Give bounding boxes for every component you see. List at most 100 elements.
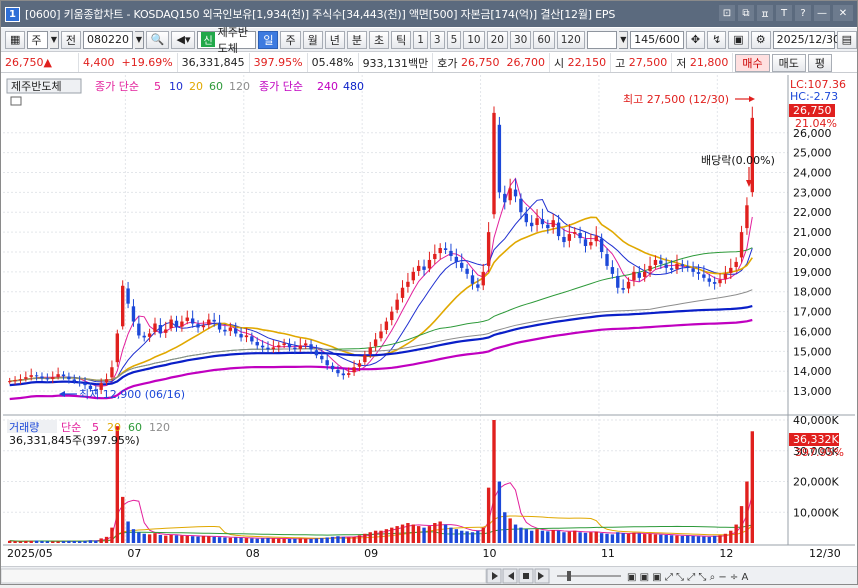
custom-interval-input[interactable] [586, 30, 618, 49]
month-tick-label: 08 [246, 547, 260, 560]
text-icon[interactable]: T [776, 5, 792, 21]
month-tick-label: 09 [364, 547, 378, 560]
date-input[interactable]: 2025/12/30 [772, 30, 840, 49]
buy-button[interactable]: 매수 [735, 53, 770, 72]
volume-bar [497, 481, 502, 543]
chart-area[interactable]: 13,000 14,000 15,000 16,000 17,000 18,000 19,0… [3, 75, 855, 565]
low-value: 21,800 [689, 56, 729, 69]
volume-pct-text: 397.95% [795, 446, 844, 459]
candle-body [664, 264, 668, 268]
volume-bar [416, 526, 421, 543]
minimize-icon[interactable]: — [814, 5, 830, 21]
price-tick-label: 25,000 [793, 147, 832, 160]
interval-dropdown-icon[interactable]: ▼ [619, 30, 629, 49]
candle-body [287, 343, 292, 348]
interval-120[interactable]: 120 [556, 30, 585, 49]
volume-bar [465, 531, 469, 543]
stock-name-box[interactable]: 신 제주반도체 [197, 26, 257, 55]
code-dropdown-icon[interactable]: ▼ [135, 30, 144, 49]
tab-week[interactable]: 주 [280, 30, 301, 49]
candle-body [180, 321, 184, 327]
interval-20[interactable]: 20 [486, 30, 508, 49]
zoom-slider-thumb[interactable] [567, 571, 571, 581]
change-value: 4,400 [83, 56, 115, 69]
volume-tick-label: 20,000K [793, 476, 839, 489]
candle-body [277, 345, 281, 348]
candle-body [675, 263, 679, 269]
tab-year[interactable]: 년 [324, 30, 345, 49]
sell-button[interactable]: 매도 [771, 53, 806, 72]
title-bar[interactable]: 1 [0600] 키움종합차트 - KOSDAQ150 외국인보유[1,934(… [1, 1, 857, 27]
interval-10[interactable]: 10 [463, 30, 485, 49]
volume-bar [605, 533, 609, 543]
interval-30[interactable]: 30 [510, 30, 532, 49]
tab-month[interactable]: 월 [302, 30, 323, 49]
candle-body [282, 343, 286, 346]
restore-icon[interactable]: ⊡ [719, 5, 735, 21]
quote-bar: 26,750▲ 4,400 +19.69% 36,331,845 397.95%… [1, 53, 857, 73]
volume-bar [535, 529, 539, 543]
period-type-select[interactable]: 주 [27, 30, 49, 49]
volume-bar [287, 539, 292, 543]
candle-body [529, 222, 534, 227]
chevron-down-icon[interactable]: ▼ [50, 30, 59, 49]
interval-60[interactable]: 60 [533, 30, 555, 49]
tool-icons[interactable]: ▣ ▣ ▣ ⤢ ⤡ ⤢ ⤡ ⌕ − ÷ A [627, 572, 748, 583]
eval-button[interactable]: 평 [807, 53, 833, 72]
interval-3[interactable]: 3 [429, 30, 445, 49]
high-value: 27,500 [628, 56, 668, 69]
volume-bar [745, 481, 749, 543]
candle-body [164, 329, 168, 333]
save-icon[interactable]: ▣ [728, 30, 749, 49]
count-input[interactable]: 145/600 [630, 30, 684, 49]
month-tick-label: 10 [483, 547, 497, 560]
volume-bar [293, 538, 297, 543]
scroll-controls[interactable]: ▣ ▣ ▣ ⤢ ⤡ ⤢ ⤡ ⌕ − ÷ A [0, 567, 857, 585]
prev-button[interactable]: 전 [60, 30, 82, 49]
duplicate-window-icon[interactable]: ⧉ [738, 5, 754, 21]
gear-icon[interactable]: ⚙ [750, 30, 771, 49]
volume-bar [196, 536, 200, 543]
close-icon[interactable]: ✕ [833, 5, 853, 21]
volume-bar [750, 431, 754, 543]
volume-bar [379, 530, 383, 543]
pin-icon[interactable]: ㅍ [757, 5, 773, 21]
volume-bar [137, 532, 141, 543]
volume-bar [610, 534, 615, 543]
price-chart-svg[interactable]: 13,000 14,000 15,000 16,000 17,000 18,000 19,0… [3, 75, 855, 565]
grid-layout-icon[interactable]: ▦ [5, 30, 26, 49]
price-legend-name: 제주반도체 [11, 80, 62, 93]
speaker-icon[interactable]: ◀▾ [171, 30, 196, 49]
tab-minute[interactable]: 분 [346, 30, 367, 49]
month-tick-label: 12 [719, 547, 733, 560]
ask-label: 호가 [437, 56, 458, 70]
stock-code-input[interactable]: 080220 [83, 30, 134, 49]
tab-second[interactable]: 초 [368, 30, 390, 49]
tab-tick[interactable]: 틱 [391, 30, 412, 49]
current-pct-text: 21.04% [795, 117, 837, 130]
settings-tools-icon[interactable]: ✥ [685, 30, 706, 49]
candle-body [298, 345, 302, 349]
scroll-bar[interactable]: ▣ ▣ ▣ ⤢ ⤡ ⤢ ⤡ ⌕ − ÷ A [0, 566, 857, 585]
open-price: 시 22,150 [550, 53, 612, 72]
tab-day[interactable]: 일 [258, 30, 279, 49]
trade-amount: 933,131백만 [359, 53, 434, 72]
interval-1[interactable]: 1 [413, 30, 428, 49]
vol-ma120-legend: 120 [149, 421, 170, 434]
volume-bar [729, 530, 733, 543]
calendar-icon[interactable]: ▤ [836, 30, 857, 49]
drawing-tool-icon[interactable]: ↯ [707, 30, 727, 49]
volume-bar [411, 524, 415, 543]
search-icon[interactable]: 🔍 [145, 30, 170, 49]
candle-body [696, 272, 701, 274]
candle-body [562, 236, 566, 243]
volume-bar [637, 533, 641, 543]
volume-bar [212, 536, 216, 543]
candle-body [217, 322, 222, 330]
app-icon: 1 [5, 6, 20, 22]
candle-body [147, 333, 152, 337]
candle-body [567, 234, 572, 241]
candle-body [589, 242, 593, 246]
help-icon[interactable]: ? [795, 5, 811, 21]
interval-5[interactable]: 5 [446, 30, 462, 49]
